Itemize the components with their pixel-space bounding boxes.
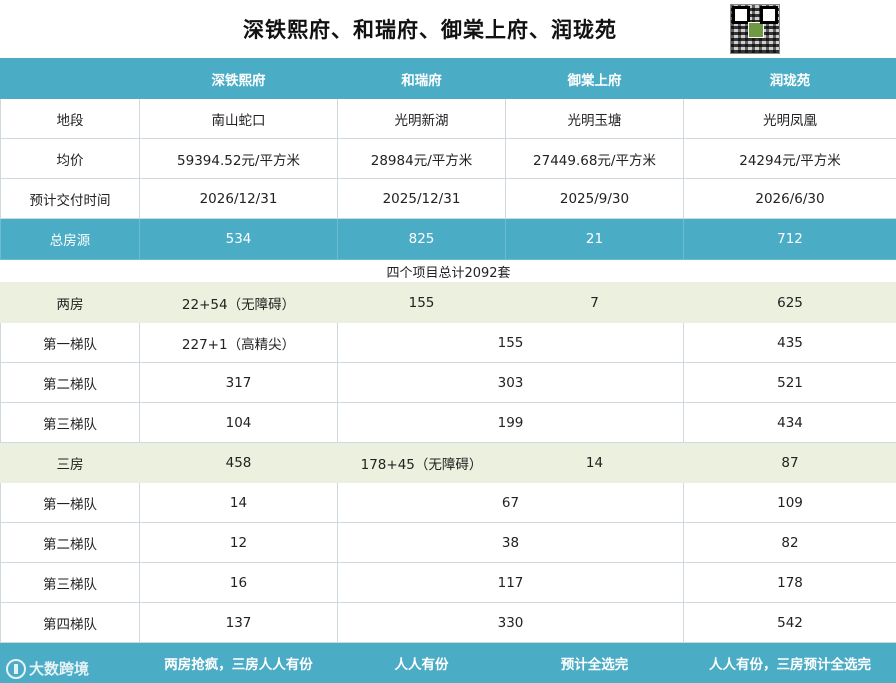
table-cell: 178+45（无障碍）	[337, 442, 506, 483]
table-cell: 104	[139, 402, 338, 443]
table-row: 预计交付时间 2026/12/31 2025/12/31 2025/9/30 2…	[0, 178, 896, 219]
table-cell: 2026/6/30	[683, 178, 896, 219]
total-note-row: 四个项目总计2092套	[1, 260, 896, 283]
table-cell: 光明玉塘	[505, 98, 684, 139]
watermark-text: 大数跨境	[29, 660, 90, 678]
table-cell: 542	[683, 602, 896, 643]
row-label: 均价	[0, 138, 140, 179]
table-cell: 87	[683, 442, 896, 483]
row-label: 第三梯队	[0, 402, 140, 443]
tier-row: 第二梯队 12 38 82	[0, 522, 896, 563]
table-cell: 625	[683, 282, 896, 323]
row-label: 总房源	[0, 218, 140, 260]
table-cell: 光明新湖	[337, 98, 506, 139]
table-cell: 109	[683, 482, 896, 523]
table-cell: 117	[337, 562, 684, 603]
table-cell: 155	[337, 282, 506, 323]
table-cell: 67	[337, 482, 684, 523]
table-cell: 458	[139, 442, 338, 483]
table-cell: 521	[683, 362, 896, 403]
table-cell: 22+54（无障碍）	[139, 282, 338, 323]
table-cell: 28984元/平方米	[337, 138, 506, 179]
two-room-row: 两房 22+54（无障碍） 155 7 625	[0, 282, 896, 323]
footer-cell: 预计全选完	[505, 642, 684, 683]
row-label: 预计交付时间	[0, 178, 140, 219]
table-cell: 155	[337, 322, 684, 363]
table-cell: 27449.68元/平方米	[505, 138, 684, 179]
tier-row: 第二梯队 317 303 521	[0, 362, 896, 403]
table-cell: 南山蛇口	[139, 98, 338, 139]
tier-row: 第一梯队 14 67 109	[0, 482, 896, 523]
table-cell: 137	[139, 602, 338, 643]
header-row: 深铁熙府 和瑞府 御棠上府 润珑苑	[0, 58, 896, 99]
table-cell: 16	[139, 562, 338, 603]
tier-row: 第四梯队 137 330 542	[0, 602, 896, 643]
footer-row: 两房抢疯，三房人人有份 人人有份 预计全选完 人人有份，三房预计全选完	[0, 642, 896, 683]
footer-cell: 人人有份	[337, 642, 506, 683]
header-cell: 深铁熙府	[139, 58, 338, 99]
table-cell: 2026/12/31	[139, 178, 338, 219]
watermark: 大数跨境	[6, 658, 89, 679]
table-cell: 24294元/平方米	[683, 138, 896, 179]
table-cell: 227+1（高精尖）	[139, 322, 338, 363]
header-cell: 润珑苑	[683, 58, 896, 99]
row-label: 第四梯队	[0, 602, 140, 643]
table-cell: 330	[337, 602, 684, 643]
table-cell: 178	[683, 562, 896, 603]
table-cell: 59394.52元/平方米	[139, 138, 338, 179]
row-label: 地段	[0, 98, 140, 139]
tier-row: 第三梯队 16 117 178	[0, 562, 896, 603]
table-row: 均价 59394.52元/平方米 28984元/平方米 27449.68元/平方…	[0, 138, 896, 179]
tier-row: 第三梯队 104 199 434	[0, 402, 896, 443]
total-row: 总房源 534 825 21 712	[0, 218, 896, 260]
row-label: 三房	[0, 442, 140, 483]
table-cell: 21	[505, 218, 684, 260]
header-cell: 和瑞府	[337, 58, 506, 99]
page-title: 深铁熙府、和瑞府、御棠上府、润珑苑	[243, 17, 617, 42]
table-cell: 12	[139, 522, 338, 563]
table-cell: 712	[683, 218, 896, 260]
table-row: 地段 南山蛇口 光明新湖 光明玉塘 光明凤凰	[0, 98, 896, 139]
table-cell: 317	[139, 362, 338, 403]
table-cell: 7	[505, 282, 684, 323]
header-cell: 御棠上府	[505, 58, 684, 99]
title-bar: 深铁熙府、和瑞府、御棠上府、润珑苑	[0, 0, 896, 59]
table-cell: 14	[505, 442, 684, 483]
tier-row: 第一梯队 227+1（高精尖） 155 435	[0, 322, 896, 363]
table-cell: 199	[337, 402, 684, 443]
watermark-logo-icon	[6, 658, 26, 679]
header-cell	[0, 58, 140, 99]
table-cell: 2025/12/31	[337, 178, 506, 219]
table-cell: 82	[683, 522, 896, 563]
table-cell: 2025/9/30	[505, 178, 684, 219]
table-cell: 434	[683, 402, 896, 443]
three-room-row: 三房 458 178+45（无障碍） 14 87	[0, 442, 896, 483]
comparison-table: 深铁熙府 和瑞府 御棠上府 润珑苑 地段 南山蛇口 光明新湖 光明玉塘 光明凤凰…	[0, 58, 896, 683]
table-cell: 825	[337, 218, 506, 260]
footer-cell: 人人有份，三房预计全选完	[683, 642, 896, 683]
row-label: 两房	[0, 282, 140, 323]
total-note: 四个项目总计2092套	[386, 265, 511, 281]
table-cell: 14	[139, 482, 338, 523]
row-label: 第三梯队	[0, 562, 140, 603]
row-label: 第一梯队	[0, 322, 140, 363]
table-cell: 光明凤凰	[683, 98, 896, 139]
footer-cell: 两房抢疯，三房人人有份	[139, 642, 338, 683]
qr-code-icon	[730, 4, 780, 54]
row-label: 第二梯队	[0, 362, 140, 403]
table-cell: 303	[337, 362, 684, 403]
row-label: 第二梯队	[0, 522, 140, 563]
table-cell: 38	[337, 522, 684, 563]
table-cell: 435	[683, 322, 896, 363]
table-cell: 534	[139, 218, 338, 260]
row-label: 第一梯队	[0, 482, 140, 523]
